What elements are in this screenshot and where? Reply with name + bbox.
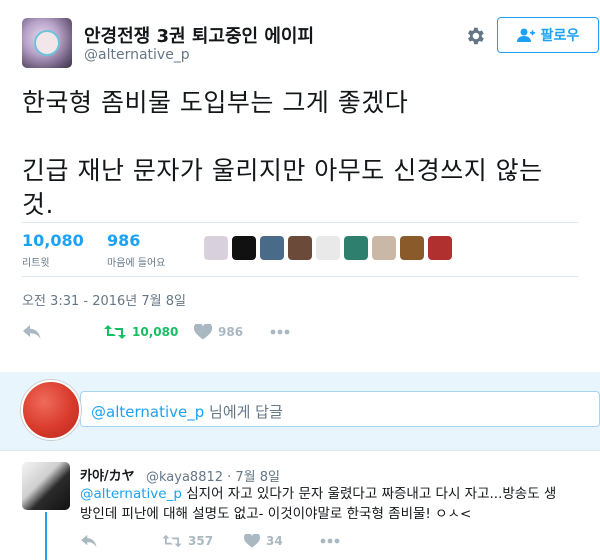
liker-avatar[interactable] [428,236,452,260]
reply-input-mention: @alternative_p [91,403,205,421]
liker-avatar[interactable] [288,236,312,260]
author-avatar[interactable] [22,18,72,68]
liker-avatars [204,236,452,260]
reply-actions: 357 34 [80,531,340,551]
retweet-icon [162,534,182,548]
divider [22,276,578,277]
follow-button-label: 팔로우 [540,28,580,44]
like-action[interactable]: 986 [194,324,270,340]
reply-text-line: 심지어 자고 있다가 문자 울렸다고 짜증내고 다시 자고...방송도 생 [181,486,557,502]
reply-text-line: 방인데 피난에 대해 설명도 없고- 이것이야말로 한국형 좀비물! ㅇㅅ< [80,506,472,522]
more-icon [320,538,340,544]
reply-like-count: 34 [266,534,283,548]
reply-reply-action[interactable] [80,534,162,548]
reply-input[interactable]: @alternative_p 님에게 답글 [80,391,600,427]
tweet-actions: 10,080 986 [22,320,290,344]
tweet-text-line: 긴급 재난 문자가 울리지만 아무도 신경쓰지 않는 것. [22,156,543,219]
retweets-label: 리트윗 [22,258,50,269]
thread-line [45,512,47,560]
reply-retweet-count: 357 [188,534,214,548]
tweet-text: 한국형 좀비물 도입부는 그게 좋겠다 긴급 재난 문자가 울리지만 아무도 신… [22,86,582,256]
retweets-count: 10,080 [22,231,84,250]
liker-avatar[interactable] [232,236,256,260]
liker-avatar[interactable] [204,236,228,260]
tweet-text-line: 한국형 좀비물 도입부는 그게 좋겠다 [22,88,409,117]
liker-avatar[interactable] [316,236,340,260]
reply-icon [23,325,41,339]
liker-avatar[interactable] [400,236,424,260]
heart-icon [244,534,260,548]
gear-icon[interactable] [462,25,488,51]
retweet-action-count: 10,080 [132,325,179,339]
reply-icon [81,534,97,548]
retweet-icon [104,325,126,339]
reply-input-placeholder: 님에게 답글 [204,403,283,421]
liker-avatar[interactable] [260,236,284,260]
likes-count: 986 [107,231,141,250]
reply-author-avatar[interactable] [22,462,70,510]
author-display-name[interactable]: 안경전쟁 3권 퇴고중인 에이피 [84,22,314,48]
more-icon [270,329,290,335]
liker-avatar[interactable] [372,236,396,260]
likes-label: 마음에 들어요 [107,258,166,269]
heart-icon [194,324,212,340]
reply-like-action[interactable]: 34 [244,534,320,548]
likes-stat[interactable]: 986 마음에 들어요 [107,231,165,269]
user-avatar [21,380,81,440]
reply-retweet-action[interactable]: 357 [162,534,244,548]
tweet-timestamp[interactable]: 오전 3:31 - 2016년 7월 8일 [22,290,186,309]
liker-avatar[interactable] [344,236,368,260]
retweets-stat[interactable]: 10,080 리트윗 [22,231,84,269]
reply-mention[interactable]: @alternative_p [80,486,182,502]
divider [22,222,578,223]
reply-handle-time[interactable]: @kaya8812 · 7월 8일 [146,466,280,485]
like-action-count: 986 [218,325,244,339]
retweet-action[interactable]: 10,080 [104,324,194,340]
reply-more-action[interactable] [320,538,340,544]
more-action[interactable] [270,329,290,335]
follow-button[interactable]: 팔로우 [497,17,599,53]
add-user-icon [516,28,535,42]
reply-author-name[interactable]: 카야/カヤ [80,465,135,484]
reply-text: @alternative_p 심지어 자고 있다가 문자 울렸다고 짜증내고 다… [80,484,600,524]
author-screen-name[interactable]: @alternative_p [84,47,190,63]
reply-action[interactable] [22,324,104,340]
